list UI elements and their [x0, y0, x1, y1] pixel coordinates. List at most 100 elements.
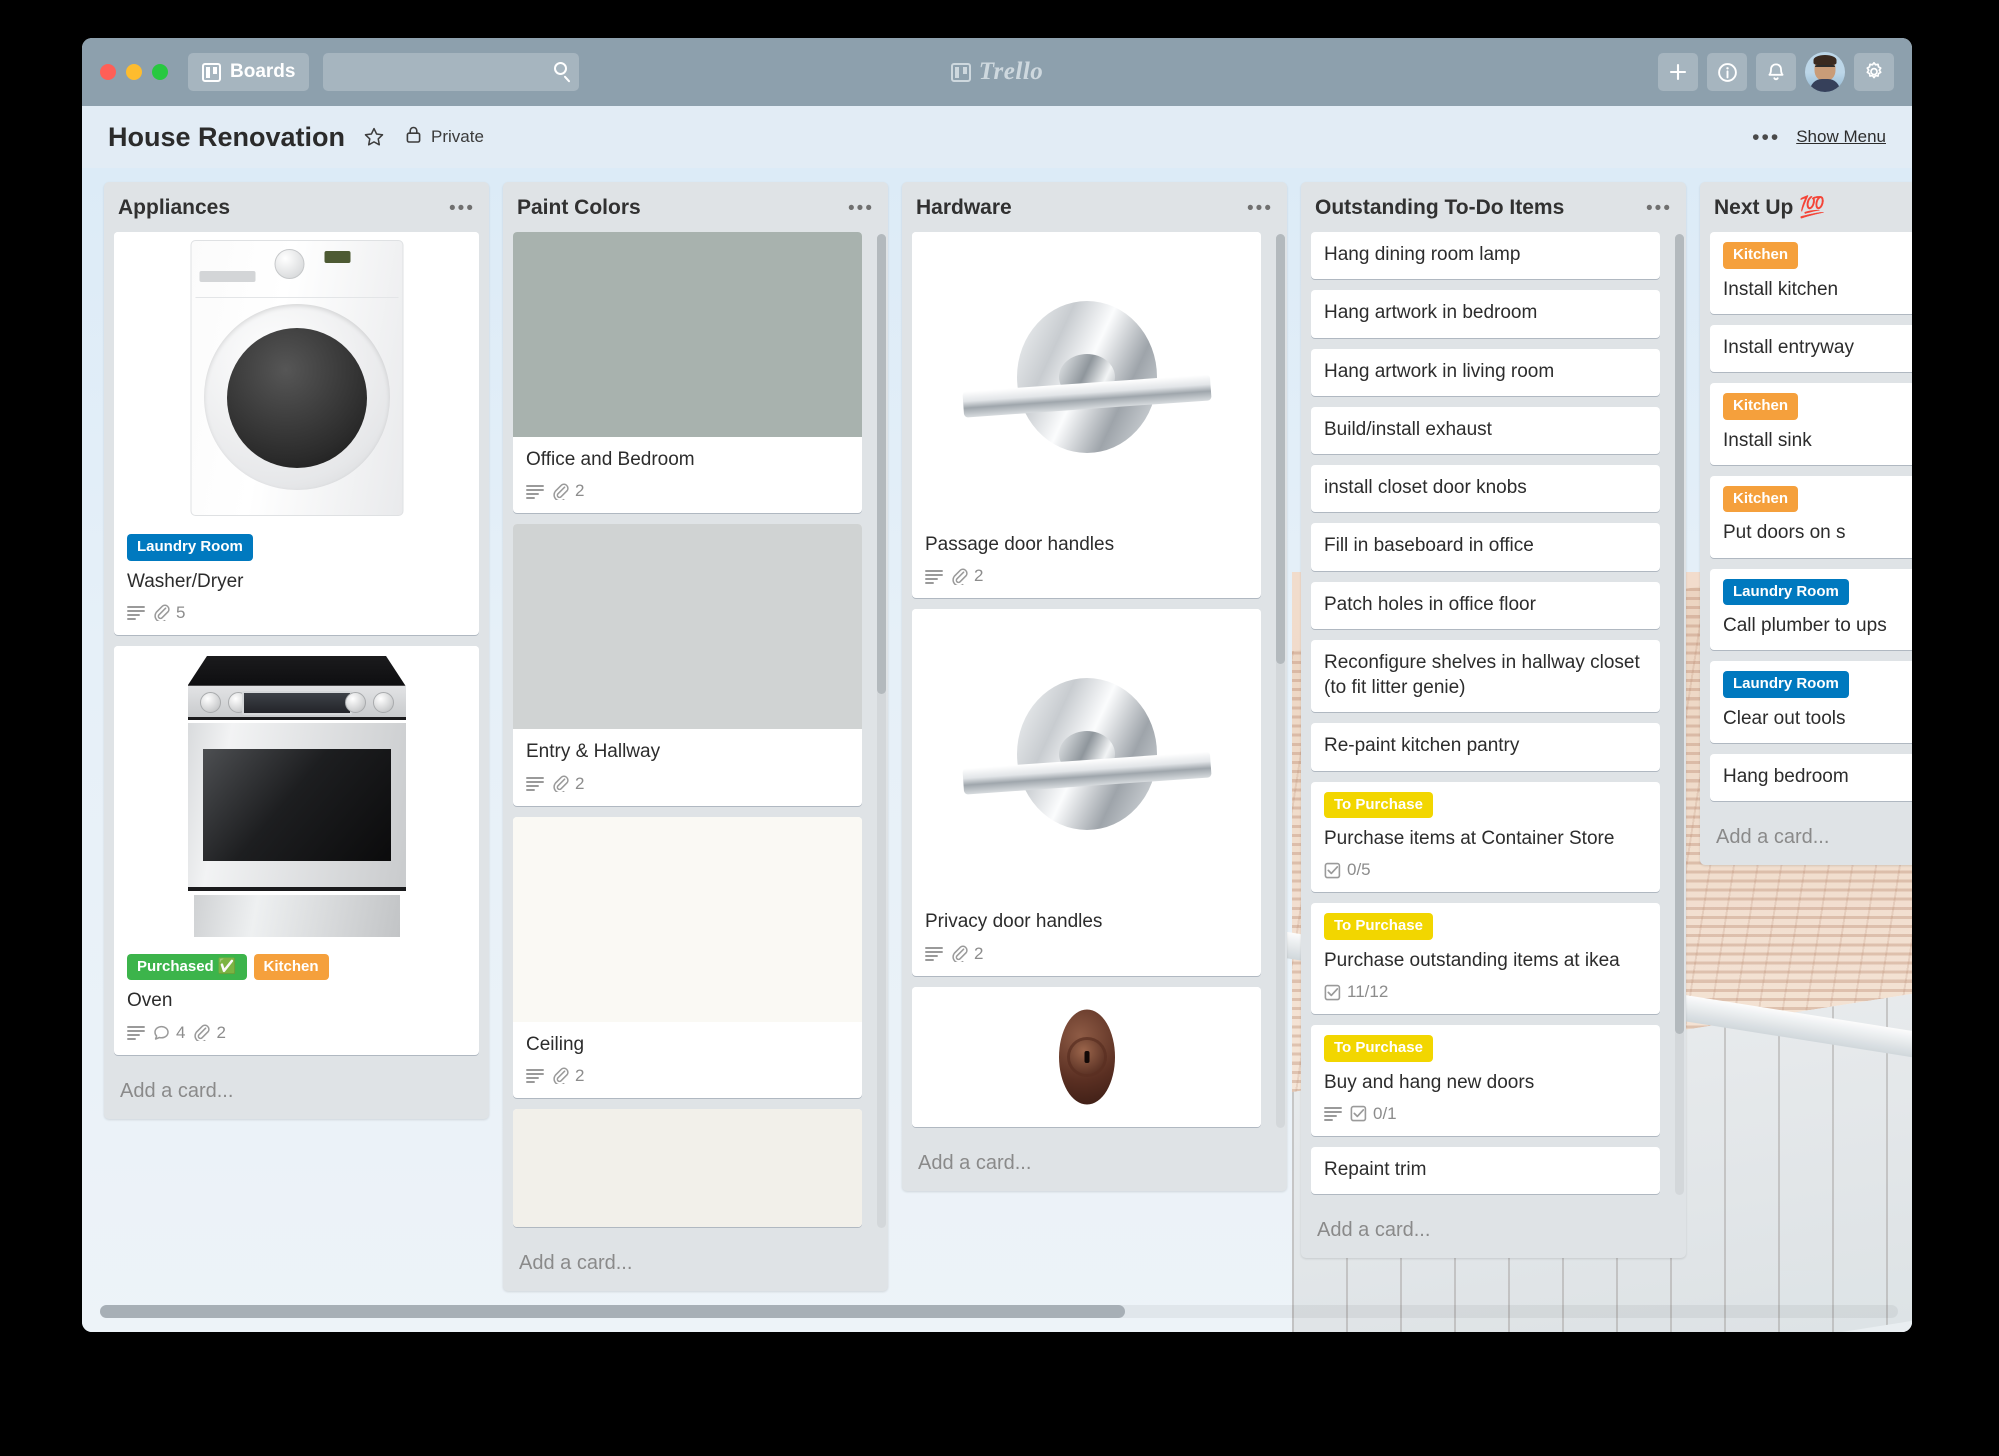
- board-visibility-button[interactable]: Private: [405, 125, 484, 149]
- attachment-count: 2: [575, 773, 585, 793]
- card-labels: Kitchen: [1723, 242, 1912, 269]
- list-appliances: Appliances ••• Laundry Room Washer/Dryer…: [104, 182, 489, 1119]
- card-patch-holes-office-floor[interactable]: Patch holes in office floor: [1311, 581, 1660, 629]
- card-title: Hang bedroom: [1723, 766, 1849, 788]
- boards-icon: [202, 62, 221, 82]
- card-purchase-items-container-store[interactable]: To Purchase Purchase items at Container …: [1311, 781, 1660, 893]
- card-badges: 4 2: [127, 1023, 466, 1043]
- list-cards: Kitchen Install kitchen Install entryway…: [1700, 232, 1912, 812]
- list-next-up: Next Up 💯 ••• Kitchen Install kitchen: [1700, 182, 1912, 866]
- card-call-plumber[interactable]: Laundry Room Call plumber to ups: [1710, 568, 1912, 651]
- add-card-button[interactable]: Add a card...: [1700, 812, 1912, 865]
- board-horizontal-scrollbar[interactable]: [100, 1305, 1898, 1318]
- add-card-button[interactable]: Add a card...: [902, 1138, 1287, 1191]
- label-kitchen[interactable]: Kitchen: [1723, 393, 1799, 420]
- search-box[interactable]: [323, 53, 580, 91]
- card-entry-hallway[interactable]: Entry & Hallway 2: [513, 524, 862, 806]
- card-passage-door-handles[interactable]: Passage door handles 2: [912, 232, 1261, 599]
- card-install-closet-door-knobs[interactable]: install closet door knobs: [1311, 465, 1660, 513]
- card-title: Hang artwork in bedroom: [1324, 302, 1538, 324]
- minimize-window-button[interactable]: [126, 64, 142, 80]
- card-washer-dryer[interactable]: Laundry Room Washer/Dryer 5: [114, 232, 479, 635]
- card-install-sink[interactable]: Kitchen Install sink: [1710, 383, 1912, 465]
- list-scrollbar-thumb[interactable]: [1675, 234, 1684, 1034]
- description-icon: [127, 605, 145, 621]
- card-buy-and-hang-new-doors[interactable]: To Purchase Buy and hang new doors 0/1: [1311, 1025, 1660, 1136]
- card-privacy-door-handles[interactable]: Privacy door handles 2: [912, 609, 1261, 976]
- card-office-and-bedroom[interactable]: Office and Bedroom 2: [513, 232, 862, 514]
- board-menu-dots[interactable]: •••: [1752, 127, 1780, 148]
- add-card-button[interactable]: Add a card...: [503, 1238, 888, 1291]
- card-build-install-exhaust[interactable]: Build/install exhaust: [1311, 406, 1660, 455]
- list-paint-colors: Paint Colors ••• Office and Bedroom 2 En…: [503, 182, 888, 1291]
- card-title: Install sink: [1723, 429, 1812, 451]
- add-card-button[interactable]: Add a card...: [104, 1066, 489, 1119]
- user-avatar[interactable]: [1805, 52, 1845, 92]
- list-hardware: Hardware ••• Passage door handles 2 Priv…: [902, 182, 1287, 1191]
- show-menu-button[interactable]: Show Menu: [1796, 127, 1886, 147]
- card-install-kitchen[interactable]: Kitchen Install kitchen: [1710, 232, 1912, 314]
- color-swatch: [513, 1108, 862, 1227]
- card-install-entryway[interactable]: Install entryway: [1710, 324, 1912, 373]
- card-hang-dining-room-lamp[interactable]: Hang dining room lamp: [1311, 232, 1660, 280]
- lever-handle-photo: [912, 609, 1261, 900]
- label-kitchen[interactable]: Kitchen: [253, 953, 329, 981]
- label-purchased[interactable]: Purchased ✅: [127, 953, 247, 981]
- list-cards: Hang dining room lamp Hang artwork in be…: [1301, 232, 1686, 1205]
- list-menu-button[interactable]: •••: [449, 199, 475, 218]
- list-menu-button[interactable]: •••: [848, 199, 874, 218]
- boards-button[interactable]: Boards: [188, 53, 310, 91]
- card-ceiling[interactable]: Ceiling 2: [513, 816, 862, 1098]
- trello-logo-icon: [950, 62, 971, 82]
- card-title: Privacy door handles: [925, 911, 1103, 933]
- card-hang-artwork-bedroom[interactable]: Hang artwork in bedroom: [1311, 290, 1660, 338]
- card-clear-out-tools[interactable]: Laundry Room Clear out tools: [1710, 661, 1912, 744]
- search-input[interactable]: [323, 53, 580, 91]
- label-to-purchase[interactable]: To Purchase: [1324, 913, 1433, 940]
- label-laundry-room[interactable]: Laundry Room: [1723, 578, 1849, 606]
- label-to-purchase[interactable]: To Purchase: [1324, 791, 1433, 819]
- zoom-window-button[interactable]: [152, 64, 168, 80]
- list-scrollbar-thumb[interactable]: [877, 234, 886, 694]
- card-hang-bedroom[interactable]: Hang bedroom: [1710, 754, 1912, 802]
- info-button[interactable]: [1707, 53, 1747, 91]
- label-kitchen[interactable]: Kitchen: [1723, 485, 1799, 513]
- close-window-button[interactable]: [100, 64, 116, 80]
- label-to-purchase[interactable]: To Purchase: [1324, 1035, 1433, 1062]
- notifications-button[interactable]: [1756, 53, 1796, 91]
- card-fill-in-baseboard-office[interactable]: Fill in baseboard in office: [1311, 523, 1660, 571]
- list-menu-button[interactable]: •••: [1646, 199, 1672, 218]
- attachment-count: 2: [974, 566, 984, 586]
- card-reconfigure-shelves[interactable]: Reconfigure shelves in hallway closet (t…: [1311, 639, 1660, 713]
- list-header: Hardware •••: [902, 182, 1287, 232]
- card-hang-artwork-living-room[interactable]: Hang artwork in living room: [1311, 348, 1660, 396]
- card-title: Re-paint kitchen pantry: [1324, 735, 1520, 757]
- add-button[interactable]: [1658, 53, 1698, 91]
- label-kitchen[interactable]: Kitchen: [1723, 242, 1799, 269]
- card-oven[interactable]: Purchased ✅ Kitchen Oven 4 2: [114, 645, 479, 1055]
- lists-container: Appliances ••• Laundry Room Washer/Dryer…: [82, 168, 1912, 1332]
- list-header: Paint Colors •••: [503, 182, 888, 232]
- card-put-doors-on-shelf[interactable]: Kitchen Put doors on s: [1710, 475, 1912, 558]
- card-deadbolt[interactable]: [912, 986, 1261, 1127]
- settings-button[interactable]: [1854, 53, 1894, 91]
- card-repaint-kitchen-pantry[interactable]: Re-paint kitchen pantry: [1311, 723, 1660, 771]
- card-title: Reconfigure shelves in hallway closet (t…: [1324, 651, 1640, 699]
- card-purchase-outstanding-ikea[interactable]: To Purchase Purchase outstanding items a…: [1311, 903, 1660, 1015]
- card-paint-partial[interactable]: [513, 1108, 862, 1227]
- star-icon[interactable]: [363, 126, 385, 148]
- board-canvas: Appliances ••• Laundry Room Washer/Dryer…: [82, 168, 1912, 1332]
- list-menu-button[interactable]: •••: [1247, 199, 1273, 218]
- add-card-button[interactable]: Add a card...: [1301, 1205, 1686, 1258]
- list-header: Outstanding To-Do Items •••: [1301, 182, 1686, 232]
- card-title: install closet door knobs: [1324, 477, 1527, 499]
- label-laundry-room[interactable]: Laundry Room: [1723, 671, 1849, 698]
- description-icon: [526, 1068, 544, 1084]
- card-labels: To Purchase: [1324, 1035, 1647, 1062]
- list-cards: Laundry Room Washer/Dryer 5 Purchased ✅ …: [104, 232, 489, 1066]
- board-scrollbar-thumb[interactable]: [100, 1305, 1125, 1318]
- attachment-count: 5: [176, 602, 186, 622]
- list-scrollbar-thumb[interactable]: [1276, 234, 1285, 664]
- card-repaint-trim[interactable]: Repaint trim: [1311, 1146, 1660, 1195]
- label-laundry-room[interactable]: Laundry Room: [127, 534, 253, 561]
